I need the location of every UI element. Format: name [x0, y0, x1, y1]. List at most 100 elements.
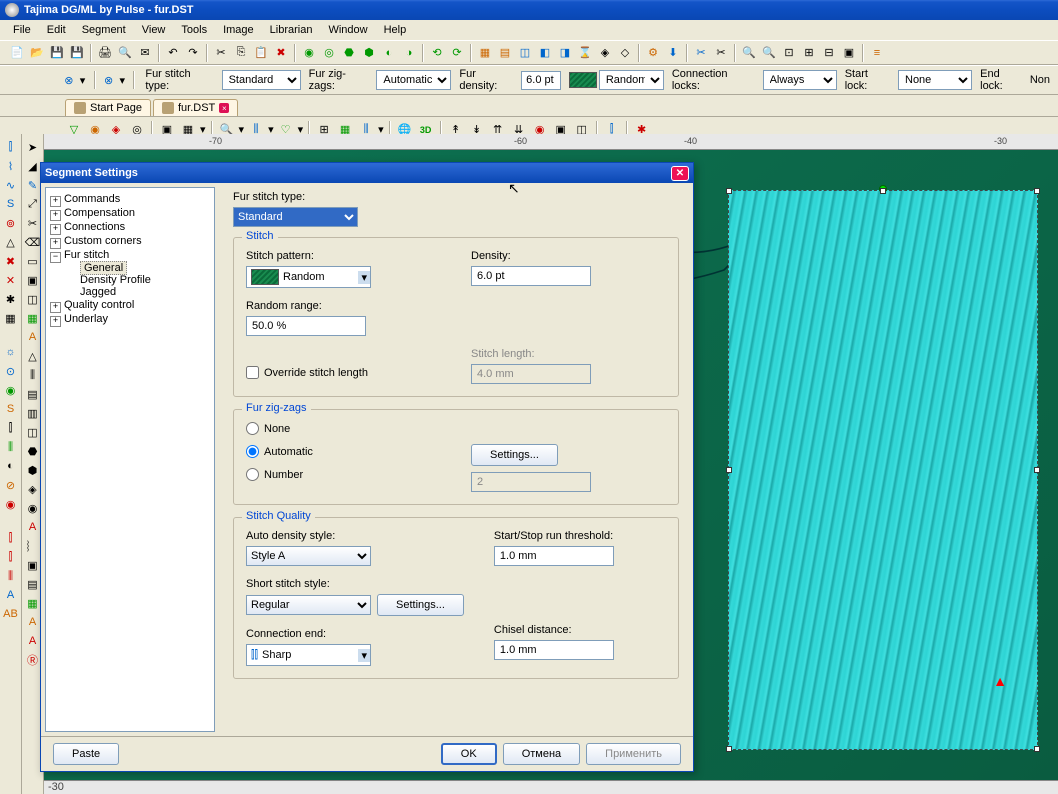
tool-icon[interactable]: ◉	[2, 495, 20, 513]
selected-segment[interactable]: ▲	[728, 190, 1038, 750]
tool-icon[interactable]: ▣	[24, 556, 42, 574]
tool-icon[interactable]: ◨	[556, 44, 574, 62]
tree-commands[interactable]: Commands	[50, 192, 210, 206]
paste-icon[interactable]: 📋	[252, 44, 270, 62]
preview-icon[interactable]: 🔍	[116, 44, 134, 62]
menu-tools[interactable]: Tools	[173, 22, 215, 38]
tool-icon[interactable]: ⟳	[448, 44, 466, 62]
start-lock-select[interactable]: None	[898, 70, 972, 90]
tool-icon[interactable]: S	[2, 195, 20, 213]
tool-icon[interactable]: ⚙	[644, 44, 662, 62]
tool-icon[interactable]: ⫼	[2, 438, 20, 456]
tool-icon[interactable]: ⊙	[2, 362, 20, 380]
tool-icon[interactable]: ⊚	[2, 214, 20, 232]
tool-icon[interactable]: A	[24, 328, 42, 346]
tool-icon[interactable]: ⫼	[24, 366, 42, 384]
resize-handle[interactable]	[880, 188, 886, 194]
new-icon[interactable]: 📄	[8, 44, 26, 62]
fur-density-input[interactable]	[521, 71, 561, 90]
tool-icon[interactable]: ◫	[516, 44, 534, 62]
tool-icon[interactable]: ▦	[24, 309, 42, 327]
cut-icon[interactable]: ✂	[212, 44, 230, 62]
close-icon[interactable]: ⊗	[100, 71, 118, 89]
tool-icon[interactable]: ⫿	[2, 529, 20, 547]
menu-window[interactable]: Window	[320, 22, 375, 38]
undo-icon[interactable]: ↶	[164, 44, 182, 62]
tool-icon[interactable]: ▥	[24, 404, 42, 422]
tool-icon[interactable]: ⌛	[576, 44, 594, 62]
tool-icon[interactable]: ◉	[2, 381, 20, 399]
short-stitch-select[interactable]: Regular	[246, 595, 371, 615]
tree-connections[interactable]: Connections	[50, 220, 210, 234]
startstop-input[interactable]	[494, 546, 614, 566]
zz-none-radio[interactable]	[246, 422, 259, 435]
zigzag-settings-button[interactable]: Settings...	[471, 444, 558, 466]
short-stitch-settings-button[interactable]: Settings...	[377, 594, 464, 616]
fur-stitch-type-select[interactable]: Standard	[233, 207, 358, 227]
tool-icon[interactable]: ☼	[2, 343, 20, 361]
tool-icon[interactable]: ▭	[24, 252, 42, 270]
fur-zigzags-select[interactable]: Automatic	[376, 70, 451, 90]
tree-compensation[interactable]: Compensation	[50, 206, 210, 220]
tool-icon[interactable]: ◎	[320, 44, 338, 62]
tool-icon[interactable]: ⤢	[24, 195, 42, 213]
tool-icon[interactable]: ▣	[24, 271, 42, 289]
tool-icon[interactable]: ▤	[24, 385, 42, 403]
tool-icon[interactable]: ◫	[24, 290, 42, 308]
tool-icon[interactable]: A	[2, 586, 20, 604]
zz-number-radio[interactable]	[246, 468, 259, 481]
tool-icon[interactable]: ◇	[616, 44, 634, 62]
dialog-title-bar[interactable]: Segment Settings ✕	[41, 163, 693, 183]
pointer-icon[interactable]: ➤	[24, 138, 42, 156]
tool-icon[interactable]: ✎	[24, 176, 42, 194]
tree-quality-control[interactable]: Quality control	[50, 298, 210, 312]
tool-icon[interactable]: A	[24, 518, 42, 536]
tool-icon[interactable]: ✂	[24, 214, 42, 232]
chisel-input[interactable]	[494, 640, 614, 660]
tool-icon[interactable]: ∿	[2, 176, 20, 194]
zoom-out-icon[interactable]: 🔍	[760, 44, 778, 62]
tool-icon[interactable]: ◐	[380, 44, 398, 62]
tool-icon[interactable]: ⫿	[2, 548, 20, 566]
tool-icon[interactable]: ✖	[2, 252, 20, 270]
tool-icon[interactable]: ▦	[2, 309, 20, 327]
tool-icon[interactable]: △	[2, 233, 20, 251]
tool-icon[interactable]: ⊘	[2, 476, 20, 494]
ok-button[interactable]: OK	[441, 743, 497, 765]
random-range-input[interactable]	[246, 316, 366, 336]
close-icon[interactable]: ⊗	[60, 71, 78, 89]
tool-icon[interactable]: ⬣	[24, 442, 42, 460]
tab-close-icon[interactable]: ×	[219, 103, 229, 113]
dialog-close-button[interactable]: ✕	[671, 166, 689, 181]
tool-icon[interactable]: ⬢	[24, 461, 42, 479]
tool-icon[interactable]: ⫿	[2, 419, 20, 437]
tab-start-page[interactable]: Start Page	[65, 99, 151, 116]
tool-icon[interactable]: ⟲	[428, 44, 446, 62]
tool-icon[interactable]: A	[24, 613, 42, 631]
palette-icon[interactable]: ≡	[868, 44, 886, 62]
conn-locks-select[interactable]: Always	[763, 70, 837, 90]
zoom-icon[interactable]: ⊞	[800, 44, 818, 62]
auto-density-select[interactable]: Style A	[246, 546, 371, 566]
tool-icon[interactable]: ◉	[300, 44, 318, 62]
tool-icon[interactable]: ⬢	[360, 44, 378, 62]
tool-icon[interactable]: ▤	[496, 44, 514, 62]
menu-segment[interactable]: Segment	[74, 22, 134, 38]
tool-icon[interactable]: ◑	[400, 44, 418, 62]
zoom-icon[interactable]: ⊟	[820, 44, 838, 62]
save-icon[interactable]: 💾	[48, 44, 66, 62]
tool-icon[interactable]: Ⓡ	[24, 651, 42, 669]
resize-handle[interactable]	[1034, 746, 1040, 752]
tab-document[interactable]: fur.DST ×	[153, 99, 238, 116]
zoom-icon[interactable]: ▣	[840, 44, 858, 62]
tool-icon[interactable]: ✱	[2, 290, 20, 308]
tool-icon[interactable]: ◉	[24, 499, 42, 517]
tool-icon[interactable]: ◐	[2, 457, 20, 475]
resize-handle[interactable]	[1034, 467, 1040, 473]
menu-edit[interactable]: Edit	[39, 22, 74, 38]
open-icon[interactable]: 📂	[28, 44, 46, 62]
tool-icon[interactable]: AB	[2, 605, 20, 623]
pattern-swatch[interactable]	[569, 72, 597, 88]
tool-icon[interactable]: S	[2, 400, 20, 418]
density-input[interactable]	[471, 266, 591, 286]
